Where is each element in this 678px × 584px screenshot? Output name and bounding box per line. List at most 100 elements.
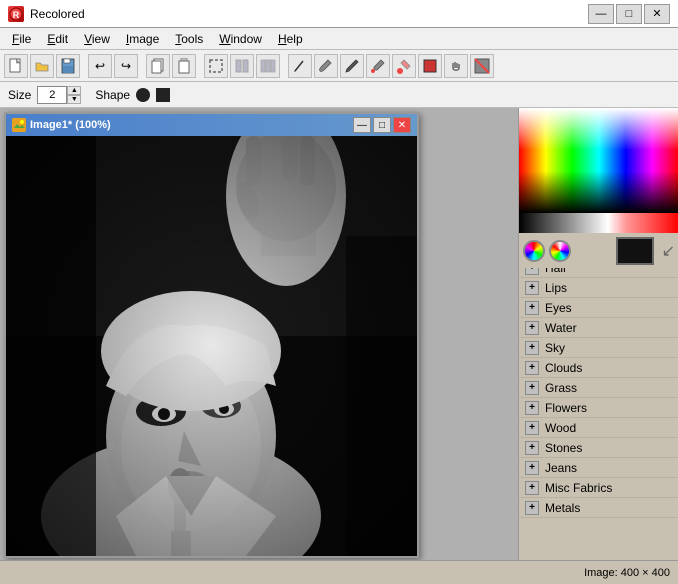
category-item-water[interactable]: + Water <box>519 318 678 338</box>
category-expand-flowers[interactable]: + <box>525 401 539 415</box>
image-window: Image1* (100%) — □ ✕ <box>4 112 419 558</box>
dropper-button[interactable] <box>366 54 390 78</box>
menu-image[interactable]: Image <box>118 30 167 48</box>
brush-button[interactable] <box>314 54 338 78</box>
category-label-wood: Wood <box>545 421 576 435</box>
image-title-bar: Image1* (100%) — □ ✕ <box>6 114 417 136</box>
pen-button[interactable] <box>340 54 364 78</box>
category-expand-metals[interactable]: + <box>525 501 539 515</box>
menu-tools[interactable]: Tools <box>167 30 211 48</box>
redo-button[interactable]: ↪ <box>114 54 138 78</box>
category-item-sky[interactable]: + Sky <box>519 338 678 358</box>
open-button[interactable] <box>30 54 54 78</box>
category-expand-eyes[interactable]: + <box>525 301 539 315</box>
color-strip[interactable] <box>519 213 678 233</box>
category-label-water: Water <box>545 321 577 335</box>
swap-colors-icon[interactable]: ↙ <box>662 241 675 261</box>
category-expand-sky[interactable]: + <box>525 341 539 355</box>
shape-circle-option[interactable] <box>136 88 150 102</box>
category-expand-lips[interactable]: + <box>525 281 539 295</box>
category-expand-stones[interactable]: + <box>525 441 539 455</box>
category-item-lips[interactable]: + Lips <box>519 278 678 298</box>
category-item-stones[interactable]: + Stones <box>519 438 678 458</box>
size-up-button[interactable]: ▲ <box>67 86 81 95</box>
svg-text:R: R <box>13 10 20 20</box>
color-swatch[interactable] <box>616 237 654 265</box>
rect-button[interactable] <box>418 54 442 78</box>
color-wheel-icon[interactable] <box>523 240 545 262</box>
menu-edit[interactable]: Edit <box>39 30 76 48</box>
hand-button[interactable] <box>444 54 468 78</box>
category-list: +Skin+Hair+Lips+Eyes+Water+Sky+Clouds+Gr… <box>519 238 678 560</box>
undo-button[interactable]: ↩ <box>88 54 112 78</box>
category-expand-clouds[interactable]: + <box>525 361 539 375</box>
category-label-sky: Sky <box>545 341 565 355</box>
app-title: Recolored <box>30 7 85 21</box>
col-select-button[interactable] <box>230 54 254 78</box>
paste-button[interactable] <box>172 54 196 78</box>
image-minimize-button[interactable]: — <box>353 117 371 133</box>
category-label-metals: Metals <box>545 501 580 515</box>
fill-button[interactable] <box>392 54 416 78</box>
menu-bar: File Edit View Image Tools Window Help <box>0 28 678 50</box>
size-shape-row: Size 2 ▲ ▼ Shape <box>0 82 678 108</box>
category-label-grass: Grass <box>545 381 577 395</box>
category-item-wood[interactable]: + Wood <box>519 418 678 438</box>
category-item-clouds[interactable]: + Clouds <box>519 358 678 378</box>
category-expand-wood[interactable]: + <box>525 421 539 435</box>
menu-view[interactable]: View <box>76 30 118 48</box>
image-window-controls: — □ ✕ <box>353 117 411 133</box>
new-button[interactable] <box>4 54 28 78</box>
shape-square-option[interactable] <box>156 88 170 102</box>
category-item-eyes[interactable]: + Eyes <box>519 298 678 318</box>
canvas-area: Image1* (100%) — □ ✕ <box>0 108 518 560</box>
category-item-misc-fabrics[interactable]: +Misc Fabrics <box>519 478 678 498</box>
minimize-button[interactable]: — <box>588 4 614 24</box>
category-label-flowers: Flowers <box>545 401 587 415</box>
rect-select-button[interactable] <box>204 54 228 78</box>
status-bar: Image: 400 × 400 <box>0 560 678 584</box>
menu-window[interactable]: Window <box>211 30 270 48</box>
size-stepper: 2 ▲ ▼ <box>37 86 81 104</box>
maximize-button[interactable]: □ <box>616 4 642 24</box>
size-down-button[interactable]: ▼ <box>67 95 81 104</box>
category-item-metals[interactable]: + Metals <box>519 498 678 518</box>
category-label-jeans: Jeans <box>545 461 577 475</box>
menu-file[interactable]: File <box>4 30 39 48</box>
right-panel: ↙ +Skin+Hair+Lips+Eyes+Water+Sky+Clouds+… <box>518 108 678 560</box>
category-label-eyes: Eyes <box>545 301 572 315</box>
category-item-jeans[interactable]: + Jeans <box>519 458 678 478</box>
copy-button[interactable] <box>146 54 170 78</box>
category-label-clouds: Clouds <box>545 361 582 375</box>
size-label: Size <box>8 88 31 102</box>
app-icon: R <box>8 6 24 22</box>
category-expand-water[interactable]: + <box>525 321 539 335</box>
close-button[interactable]: ✕ <box>644 4 670 24</box>
category-label-stones: Stones <box>545 441 582 455</box>
decolor-button[interactable] <box>470 54 494 78</box>
category-expand-jeans[interactable]: + <box>525 461 539 475</box>
shape-label: Shape <box>95 88 130 102</box>
cols3-button[interactable] <box>256 54 280 78</box>
image-canvas[interactable] <box>6 136 417 556</box>
color-circle-icon[interactable] <box>549 240 571 262</box>
toolbar: ↩ ↪ <box>0 50 678 82</box>
status-text: Image: 400 × 400 <box>584 567 670 579</box>
category-label-lips: Lips <box>545 281 567 295</box>
color-gradient[interactable] <box>519 108 678 213</box>
image-close-button[interactable]: ✕ <box>393 117 411 133</box>
menu-help[interactable]: Help <box>270 30 311 48</box>
image-maximize-button[interactable]: □ <box>373 117 391 133</box>
main-area: Image1* (100%) — □ ✕ <box>0 108 678 560</box>
title-bar: R Recolored — □ ✕ <box>0 0 678 28</box>
title-bar-left: R Recolored <box>8 6 85 22</box>
category-item-flowers[interactable]: + Flowers <box>519 398 678 418</box>
category-expand-misc-fabrics[interactable]: + <box>525 481 539 495</box>
save-button[interactable] <box>56 54 80 78</box>
category-item-grass[interactable]: + Grass <box>519 378 678 398</box>
image-title: Image1* (100%) <box>30 119 111 131</box>
category-expand-grass[interactable]: + <box>525 381 539 395</box>
color-gradient-area: ↙ <box>519 108 678 238</box>
pencil-button[interactable] <box>288 54 312 78</box>
size-input[interactable]: 2 <box>37 86 67 104</box>
